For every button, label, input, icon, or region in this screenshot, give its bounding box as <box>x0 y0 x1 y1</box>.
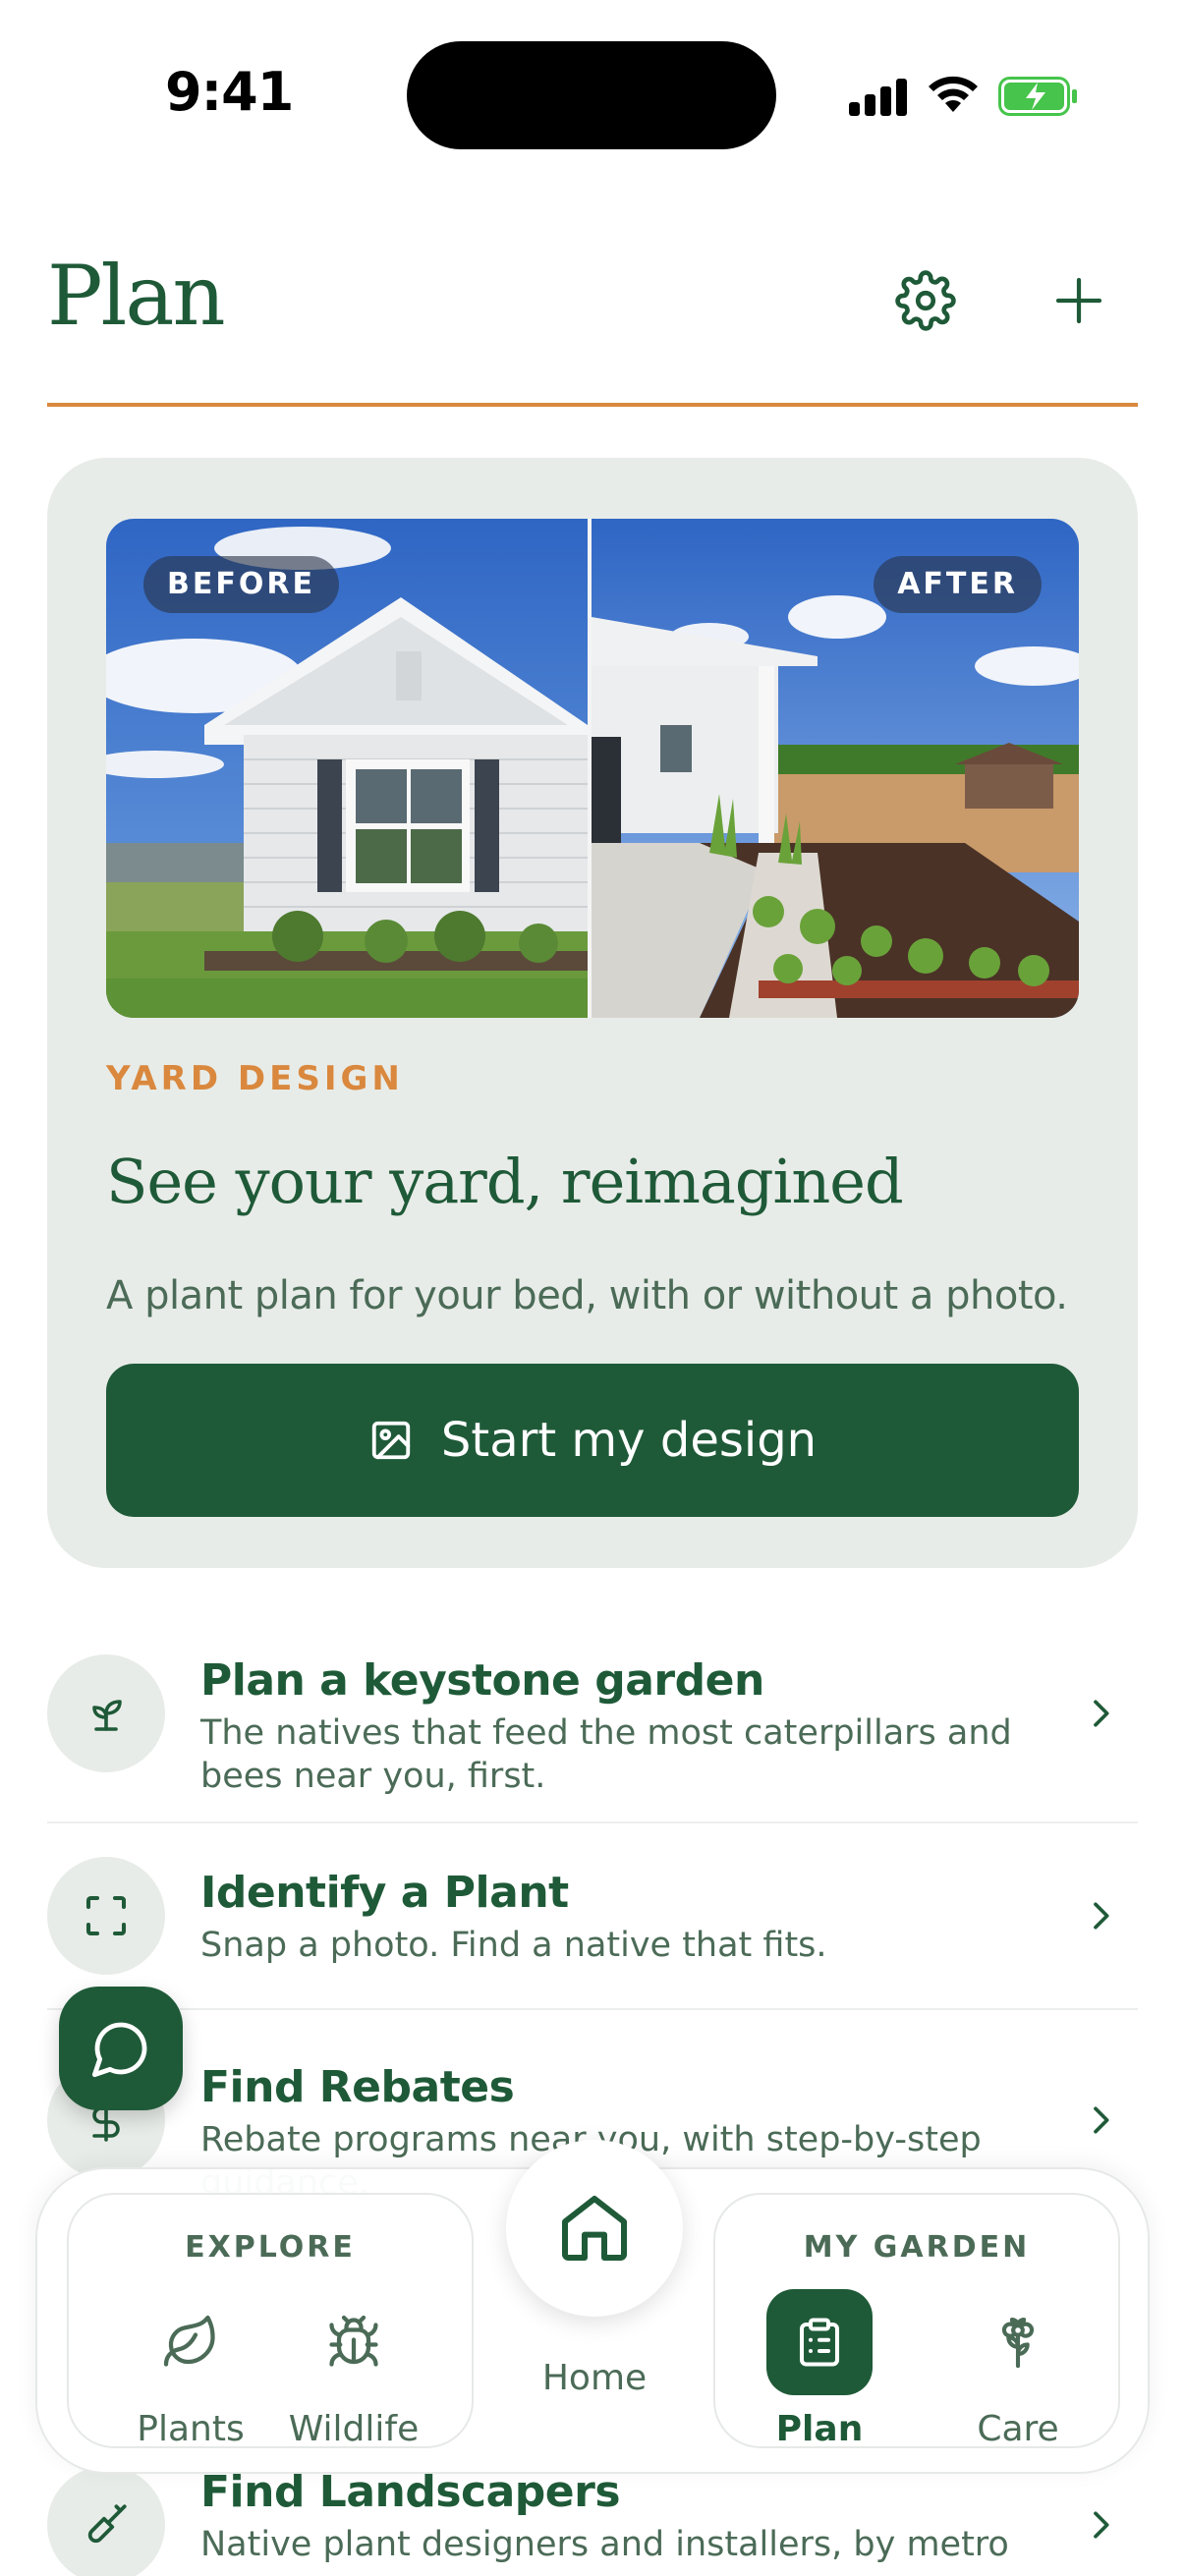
row-icon-wrap <box>47 1654 165 1772</box>
cellular-signal-icon <box>849 77 908 116</box>
image-icon <box>371 1421 411 1460</box>
status-time: 9:41 <box>165 61 294 123</box>
nav-home[interactable] <box>506 2140 683 2317</box>
add-button[interactable] <box>1040 261 1118 340</box>
yard-design-card: BEFORE AFTER YARD DESIGN See your yard, … <box>47 458 1138 1568</box>
nav-plan-label: Plan <box>775 2409 864 2449</box>
my-garden-group: MY GARDEN Plan Care <box>713 2193 1120 2449</box>
row-divider <box>47 1821 1138 1823</box>
after-label: AFTER <box>874 556 1042 613</box>
nav-care[interactable]: Care <box>939 2289 1097 2449</box>
row-icon-wrap <box>47 2466 165 2576</box>
row-description: The natives that feed the most caterpill… <box>200 1713 1012 1796</box>
row-title: Find Landscapers <box>200 2467 621 2517</box>
shovel-icon <box>87 2504 127 2544</box>
nav-wildlife[interactable]: Wildlife <box>275 2289 432 2449</box>
nav-plan[interactable]: Plan <box>741 2289 898 2449</box>
leaf-icon <box>163 2315 215 2367</box>
scan-icon <box>85 1895 127 1936</box>
row-divider <box>47 2008 1138 2010</box>
nav-plants[interactable]: Plants <box>112 2289 269 2449</box>
row-title: Identify a Plant <box>200 1868 569 1918</box>
row-text: Identify a Plant Snap a photo. Find a na… <box>200 1867 1036 1967</box>
row-title: Find Rebates <box>200 2062 515 2112</box>
page-title: Plan <box>47 248 226 344</box>
list-item-find-landscapers[interactable]: Find Landscapers Native plant designers … <box>47 2466 1138 2576</box>
row-text: Find Landscapers Native plant designers … <box>200 2466 1036 2576</box>
nav-icon-wrap-active <box>766 2289 873 2395</box>
plus-icon <box>1055 277 1102 324</box>
nav-icon-wrap <box>301 2289 407 2395</box>
flower-icon <box>1001 2317 1035 2369</box>
row-text: Plan a keystone garden The natives that … <box>200 1654 1036 1798</box>
explore-group: EXPLORE Plants Wildlife <box>67 2193 474 2449</box>
dynamic-island <box>407 41 776 149</box>
battery-charging-icon <box>998 77 1077 116</box>
clipboard-icon <box>799 2318 840 2367</box>
explore-group-label: EXPLORE <box>185 2230 356 2265</box>
nav-home-label: Home <box>541 2358 648 2398</box>
chevron-right-icon <box>1094 2106 1109 2134</box>
list-item-keystone-garden[interactable]: Plan a keystone garden The natives that … <box>47 1654 1138 1796</box>
nav-wildlife-label: Wildlife <box>288 2409 420 2449</box>
bug-icon <box>329 2315 378 2367</box>
gear-icon <box>895 270 956 331</box>
before-label: BEFORE <box>143 556 339 613</box>
settings-button[interactable] <box>886 261 965 340</box>
bottom-navigation: EXPLORE Plants Wildlife Home MY GARDEN P… <box>35 2140 1150 2474</box>
start-design-label: Start my design <box>440 1413 818 1468</box>
card-subtitle: A plant plan for your bed, with or witho… <box>106 1273 1068 1318</box>
card-headline: See your yard, reimagined <box>106 1146 904 1217</box>
row-description: Native plant designers and installers, b… <box>200 2525 1009 2576</box>
list-item-identify-plant[interactable]: Identify a Plant Snap a photo. Find a na… <box>47 1857 1138 1994</box>
before-after-image: BEFORE AFTER <box>106 519 1079 1018</box>
sprout-icon <box>92 1700 122 1731</box>
row-title: Plan a keystone garden <box>200 1655 764 1706</box>
status-bar: 9:41 <box>0 0 1185 187</box>
header-divider <box>47 403 1138 407</box>
nav-icon-wrap <box>965 2289 1071 2395</box>
chat-button[interactable] <box>59 1987 183 2110</box>
nav-icon-wrap <box>138 2289 244 2395</box>
card-eyebrow: YARD DESIGN <box>106 1059 404 1098</box>
chevron-right-icon <box>1094 1902 1109 1930</box>
my-garden-group-label: MY GARDEN <box>803 2230 1031 2265</box>
row-description: Snap a photo. Find a native that fits. <box>200 1926 827 1965</box>
nav-care-label: Care <box>977 2409 1059 2449</box>
row-icon-wrap <box>47 1857 165 1975</box>
nav-plants-label: Plants <box>137 2409 245 2449</box>
chat-bubble-icon <box>91 2022 147 2078</box>
chevron-right-icon <box>1094 1700 1109 1727</box>
chevron-right-icon <box>1094 2511 1109 2539</box>
start-design-button[interactable]: Start my design <box>106 1364 1079 1517</box>
wifi-icon <box>929 76 978 112</box>
home-icon <box>562 2196 627 2261</box>
